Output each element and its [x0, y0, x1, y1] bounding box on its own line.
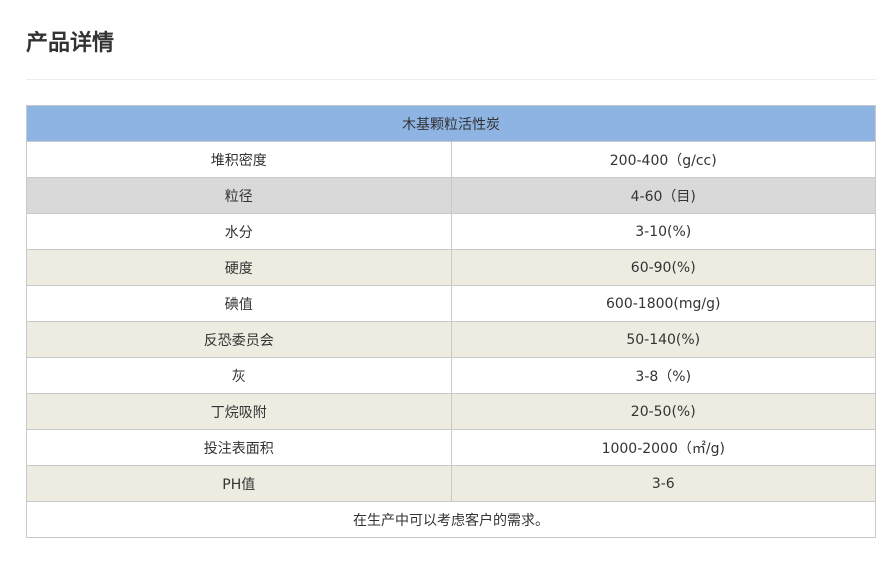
- spec-name-cell: 粒径: [26, 177, 452, 214]
- table-footer-note: 在生产中可以考虑客户的需求。: [26, 501, 876, 538]
- spec-name-cell: 水分: [26, 213, 452, 250]
- spec-name-cell: 丁烷吸附: [26, 393, 452, 430]
- table-row: 丁烷吸附 20-50(%): [26, 393, 876, 430]
- spec-value-cell: 200-400（g/cc): [450, 141, 876, 178]
- spec-value-cell: 60-90(%): [450, 249, 876, 286]
- table-row: 灰 3-8（%): [26, 357, 876, 394]
- table-footer-row: 在生产中可以考虑客户的需求。: [26, 501, 876, 538]
- spec-value-cell: 1000-2000（㎡/g): [450, 429, 876, 466]
- spec-value-cell: 50-140(%): [450, 321, 876, 358]
- spec-value-cell: 3-8（%): [450, 357, 876, 394]
- title-divider: [26, 79, 876, 80]
- table-row: PH值 3-6: [26, 465, 876, 502]
- page-title: 产品详情: [26, 31, 115, 56]
- table-row: 反恐委员会 50-140(%): [26, 321, 876, 358]
- spec-name-cell: 灰: [26, 357, 452, 394]
- table-row: 碘值 600-1800(mg/g): [26, 285, 876, 322]
- table-row: 硬度 60-90(%): [26, 249, 876, 286]
- spec-name-cell: 碘值: [26, 285, 452, 322]
- spec-name-cell: 投注表面积: [26, 429, 452, 466]
- spec-name-cell: 反恐委员会: [26, 321, 452, 358]
- spec-value-cell: 20-50(%): [450, 393, 876, 430]
- product-spec-table: 木基颗粒活性炭 堆积密度 200-400（g/cc) 粒径 4-60（目) 水分…: [26, 105, 876, 538]
- spec-name-cell: 硬度: [26, 249, 452, 286]
- spec-value-cell: 4-60（目): [450, 177, 876, 214]
- spec-value-cell: 3-10(%): [450, 213, 876, 250]
- table-row: 堆积密度 200-400（g/cc): [26, 141, 876, 178]
- table-header-row: 木基颗粒活性炭: [26, 105, 876, 142]
- spec-value-cell: 600-1800(mg/g): [450, 285, 876, 322]
- spec-name-cell: 堆积密度: [26, 141, 452, 178]
- spec-name-cell: PH值: [26, 465, 452, 502]
- table-header-cell: 木基颗粒活性炭: [26, 105, 876, 142]
- table-row: 投注表面积 1000-2000（㎡/g): [26, 429, 876, 466]
- spec-value-cell: 3-6: [450, 465, 876, 502]
- table-row: 粒径 4-60（目): [26, 177, 876, 214]
- table-row: 水分 3-10(%): [26, 213, 876, 250]
